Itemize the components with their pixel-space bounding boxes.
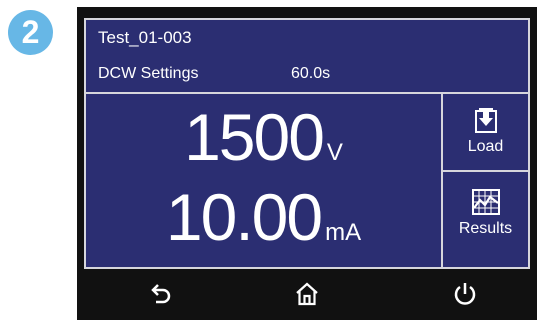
home-icon[interactable] <box>295 282 319 306</box>
bottom-nav-bar <box>77 270 537 320</box>
results-button[interactable]: Results <box>443 172 528 269</box>
measurement-readout: 1500 V 10.00 mA <box>86 94 441 269</box>
load-button[interactable]: Load <box>443 94 528 170</box>
load-icon <box>474 108 497 133</box>
current-readout: 10.00 mA <box>86 184 441 250</box>
back-icon[interactable] <box>151 282 173 306</box>
step-number-badge: 2 <box>8 10 53 55</box>
voltage-value: 1500 <box>184 100 325 174</box>
results-label: Results <box>458 220 513 237</box>
dwell-time: 60.0s <box>291 65 331 82</box>
current-unit: mA <box>325 219 362 246</box>
test-name: Test_01-003 <box>98 28 192 47</box>
current-value: 10.00 <box>165 180 323 254</box>
load-label: Load <box>467 138 504 155</box>
voltage-unit: V <box>326 139 343 166</box>
device-screen: Test_01-003 DCW Settings 60.0s 1500 V 10.… <box>84 18 530 269</box>
mode-label: DCW Settings <box>98 65 199 82</box>
settings-header: Test_01-003 DCW Settings 60.0s <box>86 20 528 94</box>
power-icon[interactable] <box>453 282 477 306</box>
voltage-readout: 1500 V <box>86 104 441 170</box>
results-graph-icon <box>471 189 500 215</box>
